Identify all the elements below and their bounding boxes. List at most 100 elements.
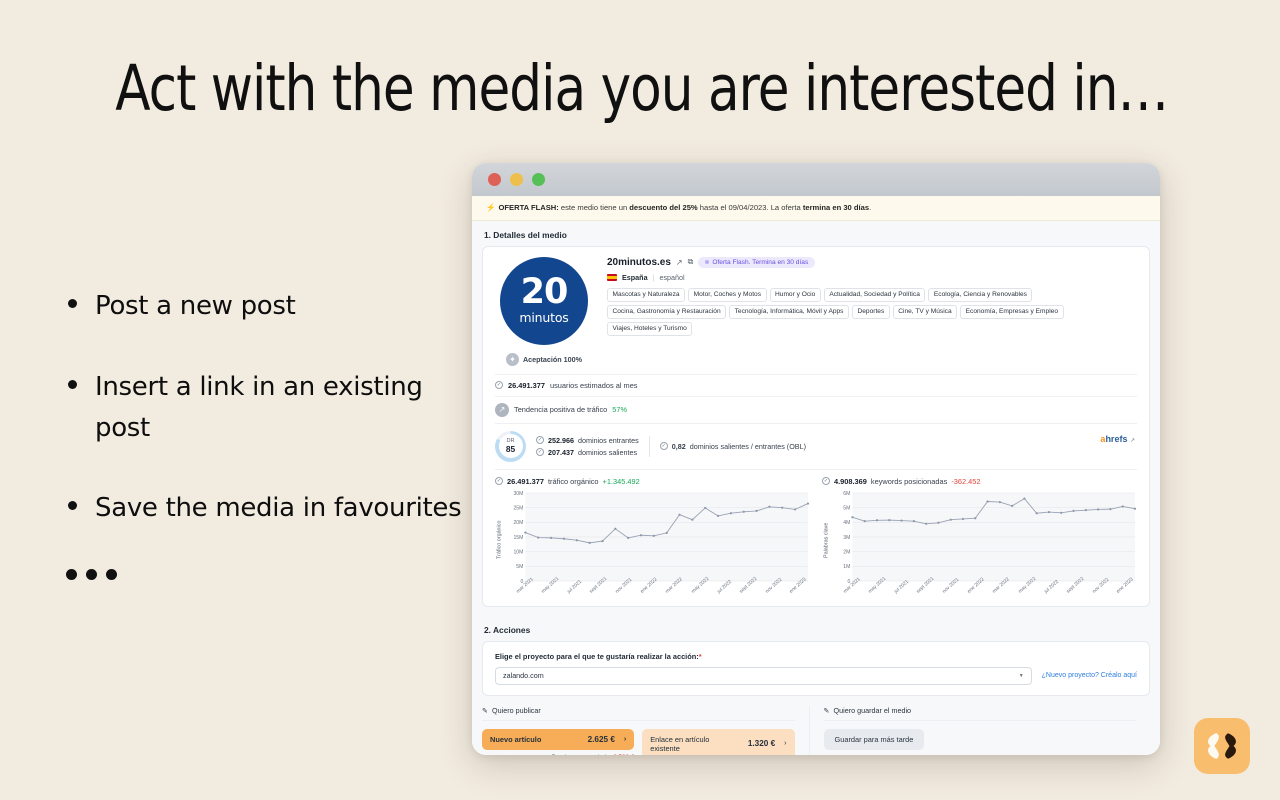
svg-text:15M: 15M [513, 535, 523, 541]
check-circle-icon [495, 477, 503, 486]
flash-ends: termina en 30 días [802, 203, 870, 212]
existing-article-button[interactable]: Enlace en artículo existente 1.320 € › [642, 728, 795, 755]
obl-value: 0,82 [671, 441, 686, 451]
chart-header: 4.908.369 keywords posicionadas -362.452 [822, 477, 1137, 486]
bean-light-icon [1206, 733, 1222, 759]
actions-row: ✎ Quiero publicar Nuevo artículo 2.625 €… [472, 705, 1160, 755]
dr-gauge: DR 85 [495, 430, 526, 462]
external-link-icon[interactable]: ↗ [676, 258, 683, 267]
close-icon[interactable] [488, 173, 501, 186]
project-select-card: Elige el proyecto para el que te gustarí… [482, 640, 1150, 696]
svg-text:5M: 5M [843, 505, 850, 511]
section-title-actions: 2. Acciones [484, 624, 531, 635]
chart-header: 26.491.377 tráfico orgánico +1.345.492 [495, 477, 810, 486]
chart-delta: +1.345.492 [602, 476, 640, 486]
pencil-icon: ✎ [823, 705, 830, 715]
category-tag[interactable]: Ecología, Ciencia y Renovables [928, 287, 1033, 302]
bullet-dot-icon [68, 379, 77, 389]
publish-title-text: Quiero publicar [492, 705, 541, 715]
minimize-icon[interactable] [510, 173, 523, 186]
status-badge: Oferta Flash. Termina en 30 días [698, 256, 816, 268]
category-tag[interactable]: Cocina, Gastronomía y Restauración [607, 304, 727, 319]
logo-word: minutos [519, 309, 569, 325]
ellipsis-dot-icon [106, 569, 117, 581]
check-circle-icon [536, 436, 544, 445]
project-select-row: zalando.com ▼ ¿Nuevo proyecto? Créalo aq… [495, 666, 1137, 685]
pencil-icon: ✎ [482, 705, 489, 715]
ahrefs-logo[interactable]: ahrefs ↗ [1100, 434, 1135, 444]
category-tag[interactable]: Cine, TV y Música [892, 304, 958, 319]
list-item: Post a new post [60, 286, 480, 327]
chart-x-axis-labels: mar 2021 may 2021 jul 2021 sept 2021 nov 202… [495, 576, 810, 596]
language-label: español [659, 272, 685, 282]
existing-article-label: Enlace en artículo existente [650, 734, 710, 753]
media-details-card: 20 minutos ✦ Aceptación 100% 20minutos.e… [482, 245, 1150, 607]
new-article-price: 2.625 € [587, 734, 615, 744]
save-for-later-button[interactable]: Guardar para más tarde [823, 728, 925, 750]
chart-canvas: 0 5M 10M 15M 20M 25M 30M [504, 489, 810, 591]
flash-prefix: OFERTA FLASH: [498, 203, 559, 212]
chart-keywords: 4.908.369 keywords posicionadas -362.452… [822, 477, 1137, 596]
bolt-icon: ⚡ [486, 203, 496, 212]
flash-offer-banner: ⚡ OFERTA FLASH: este medio tiene un descu… [472, 196, 1160, 221]
brand-logo-badge [1194, 718, 1250, 774]
flash-text-2: hasta el 09/04/2023. La oferta [697, 203, 803, 212]
acceptance-indicator: ✦ Aceptación 100% [495, 352, 593, 366]
flash-text-3: . [869, 203, 872, 212]
category-tag[interactable]: Viajes, Hoteles y Turismo [607, 321, 693, 336]
maximize-icon[interactable] [532, 173, 545, 186]
chart-title: tráfico orgánico [548, 476, 599, 486]
category-tag[interactable]: Tecnología, Informática, Móvil y Apps [729, 304, 849, 319]
svg-text:2M: 2M [843, 549, 850, 555]
external-link-icon: ↗ [1129, 437, 1135, 444]
publish-title: ✎ Quiero publicar [482, 706, 795, 721]
window-titlebar [472, 163, 1160, 196]
category-tag[interactable]: Humor y Ocio [769, 287, 821, 302]
chart-y-axis-label: Tráfico orgánico [496, 520, 503, 560]
svg-text:25M: 25M [513, 505, 523, 511]
charts-row: 26.491.377 tráfico orgánico +1.345.492 T… [495, 468, 1137, 596]
chart-title: keywords posicionadas [870, 476, 948, 486]
dr-value: 85 [505, 443, 516, 454]
category-tag[interactable]: Actualidad, Sociedad y Política [823, 287, 926, 302]
acceptance-label: Aceptación 100% [522, 354, 583, 364]
section-title-details: 1. Detalles del medio [484, 229, 567, 240]
category-tag[interactable]: Motor, Coches y Motos [688, 287, 767, 302]
recommended-price: 3.500 € [613, 754, 634, 755]
list-item: Save the media in favourites [60, 488, 480, 529]
svg-text:10M: 10M [513, 549, 523, 555]
project-select[interactable]: zalando.com ▼ [495, 666, 1032, 685]
outgoing-domains: 207.437 dominios salientes [536, 448, 639, 457]
recommended-price-row: Precio recomendado: 3.500 € [482, 753, 635, 755]
status-badge-label: Oferta Flash. Termina en 30 días [712, 258, 809, 266]
ellipsis-indicator [66, 569, 480, 581]
svg-text:30M: 30M [513, 491, 523, 497]
logo-number: 20 [520, 272, 569, 313]
project-label: Elige el proyecto para el que te gustarí… [495, 652, 1137, 661]
media-domain: 20minutos.es [607, 256, 671, 268]
domain-rating-block: DR 85 252.966 dominios entrantes 207.437 [495, 422, 1137, 469]
ellipsis-dot-icon [86, 569, 97, 581]
chart-plot-area: Palabras clave 0 1M 2M 3M 4M 5M 6M [822, 489, 1137, 591]
recommended-label: Precio recomendado: [552, 754, 612, 755]
new-article-button[interactable]: Nuevo artículo 2.625 € › [482, 728, 635, 750]
new-project-link[interactable]: ¿Nuevo proyecto? Créalo aquí [1042, 672, 1137, 679]
bullet-text: Insert a link in an existing post [95, 371, 423, 443]
media-title-row: 20minutos.es ↗ ⧉ Oferta Flash. Termina e… [607, 256, 1137, 268]
obl-ratio: 0,82 dominios salientes / entrantes (OBL… [659, 441, 806, 451]
chevron-right-icon: › [623, 735, 627, 743]
chevron-right-icon: › [784, 740, 787, 748]
new-article-subinfo: Precio recomendado: 3.500 € Ahorras: 875… [482, 753, 635, 755]
ahrefs-logo-rest: hrefs [1105, 433, 1128, 444]
category-tag[interactable]: Economía, Empresas y Empleo [960, 304, 1064, 319]
svg-text:5M: 5M [516, 564, 523, 570]
chart-headline-value: 26.491.377 [507, 476, 544, 486]
flash-text-1: este medio tiene un [558, 203, 630, 212]
required-mark: * [698, 651, 702, 661]
new-article-label: Nuevo artículo [490, 734, 542, 744]
country-language-row: España | español [607, 273, 1137, 282]
copy-icon[interactable]: ⧉ [688, 257, 694, 267]
category-tag[interactable]: Mascotas y Naturaleza [607, 287, 686, 302]
browser-viewport: ⚡ OFERTA FLASH: este medio tiene un descu… [472, 196, 1160, 755]
category-tag[interactable]: Deportes [851, 304, 890, 319]
